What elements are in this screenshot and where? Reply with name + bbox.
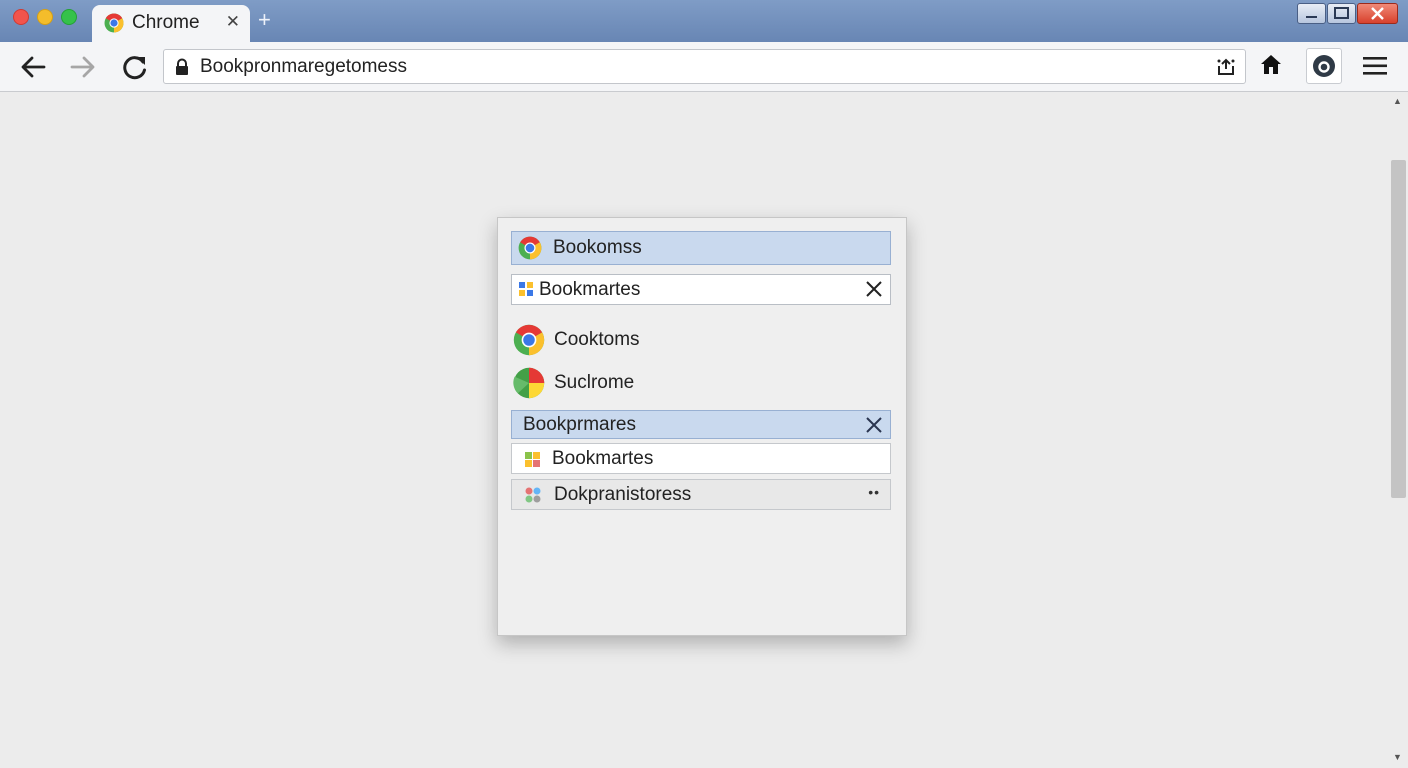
zoom-window-dot[interactable] (61, 9, 77, 25)
reload-icon[interactable] (120, 52, 150, 82)
list-item-label: Cooktoms (554, 329, 640, 350)
tab-title: Chrome (132, 12, 200, 33)
address-url[interactable]: Bookpronmaregetomess (200, 56, 407, 78)
address-bar[interactable]: Bookpronmaregetomess (163, 49, 1246, 84)
bookmark-favicon-icon (525, 452, 540, 467)
close-window-dot[interactable] (13, 9, 29, 25)
scroll-down-arrow-icon[interactable]: ▼ (1393, 752, 1402, 762)
hamburger-menu-icon[interactable] (1362, 55, 1388, 77)
bookmark-folder-label: Bookprmares (523, 414, 636, 435)
new-tab-button[interactable]: + (258, 8, 271, 32)
bookmark-folder-header[interactable]: Bookprmares (511, 410, 891, 439)
home-icon[interactable] (1259, 53, 1283, 75)
chrome-logo-icon (104, 13, 124, 33)
browser-toolbar: Bookpronmaregetomess (0, 42, 1408, 92)
bookmark-search-value[interactable]: Bookmartes (539, 279, 640, 301)
close-icon (1371, 7, 1384, 20)
chrome-logo-icon (518, 236, 542, 260)
tab-close-icon[interactable]: ✕ (226, 12, 240, 32)
list-item[interactable]: Cooktoms (511, 322, 891, 358)
bookmark-star-icon[interactable] (1215, 56, 1237, 78)
profile-button[interactable] (1306, 48, 1342, 84)
minimize-window-dot[interactable] (37, 9, 53, 25)
title-bar: Chrome ✕ + (0, 0, 1408, 42)
minimize-button[interactable] (1297, 3, 1326, 24)
close-button[interactable] (1357, 3, 1398, 24)
bookmark-apps-icon (519, 282, 533, 296)
list-item-label: Suclrome (554, 372, 635, 393)
lock-icon (176, 58, 188, 75)
close-folder-icon[interactable] (864, 415, 884, 435)
profile-icon (1313, 55, 1335, 77)
bookmark-search-field[interactable]: Bookmartes (511, 274, 891, 305)
row-label: Bookmartes (552, 448, 654, 469)
maximize-icon (1334, 7, 1349, 19)
panel-header-label: Bookomss (553, 237, 642, 258)
chrome-logo-icon (513, 324, 545, 356)
clear-search-icon[interactable] (864, 279, 884, 299)
more-options-icon[interactable]: •• (868, 484, 880, 500)
table-row[interactable]: Dokpranistoress •• (511, 479, 891, 510)
forward-arrow-icon[interactable] (68, 52, 98, 82)
panel-header-item[interactable]: Bookomss (511, 231, 891, 265)
back-arrow-icon[interactable] (18, 52, 48, 82)
list-item[interactable]: Suclrome (511, 365, 891, 401)
bookmark-favicon-icon (525, 487, 541, 503)
table-row[interactable]: Bookmartes (511, 443, 891, 474)
bookmarks-panel: Bookomss Bookmartes Cooktoms Suclrome Bo… (497, 217, 907, 636)
row-label: Dokpranistoress (554, 484, 692, 505)
scrollbar-thumb[interactable] (1391, 160, 1406, 498)
active-tab[interactable]: Chrome ✕ (92, 5, 250, 42)
chrome-pinwheel-icon (513, 367, 545, 399)
maximize-button[interactable] (1327, 3, 1356, 24)
scroll-up-arrow-icon[interactable]: ▲ (1393, 96, 1402, 106)
minimize-icon (1306, 16, 1317, 18)
